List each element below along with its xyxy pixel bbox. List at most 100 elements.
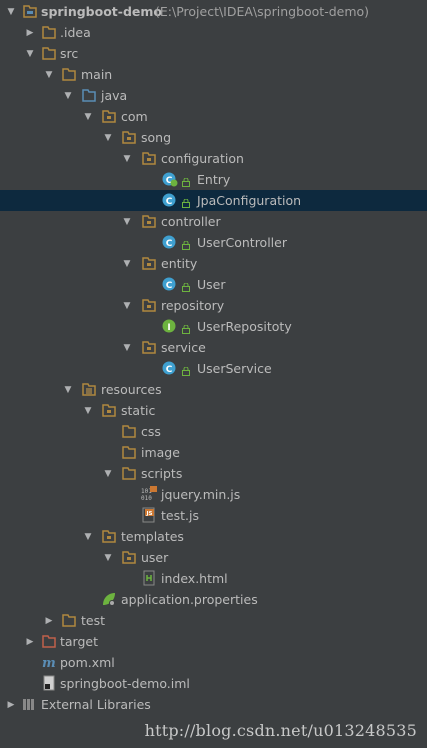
tree-label: UserController	[197, 235, 287, 250]
tree-row-entry[interactable]: C Entry	[0, 169, 427, 190]
svg-text:JS: JS	[145, 511, 152, 517]
tree-row-com[interactable]: ▼ com	[0, 106, 427, 127]
tree-row-main[interactable]: ▼ main	[0, 64, 427, 85]
lock-icon	[182, 364, 190, 376]
chevron-down-icon[interactable]: ▼	[63, 385, 73, 395]
tree-row-configuration[interactable]: ▼ configuration	[0, 148, 427, 169]
tree-row-idea[interactable]: ▶ .idea	[0, 22, 427, 43]
tree-row-css[interactable]: css	[0, 421, 427, 442]
chevron-down-icon[interactable]: ▼	[122, 154, 132, 164]
tree-row-resources[interactable]: ▼ resources	[0, 379, 427, 400]
tree-label: css	[141, 424, 161, 439]
package-icon	[121, 129, 137, 145]
tree-label: controller	[161, 214, 221, 229]
class-icon: C	[162, 276, 178, 292]
tree-row-user[interactable]: C User	[0, 274, 427, 295]
tree-row-project-root[interactable]: ▼ springboot-demo (E:\Project\IDEA\sprin…	[0, 1, 427, 22]
class-icon: C	[162, 192, 178, 208]
chevron-down-icon[interactable]: ▼	[44, 70, 54, 80]
svg-text:m: m	[42, 656, 56, 670]
package-icon	[141, 255, 157, 271]
tree-row-service[interactable]: ▼ service	[0, 337, 427, 358]
chevron-down-icon[interactable]: ▼	[83, 532, 93, 542]
tree-row-song[interactable]: ▼ song	[0, 127, 427, 148]
tree-label: JpaConfiguration	[197, 193, 302, 208]
tree-row-user-folder[interactable]: ▼ user	[0, 547, 427, 568]
class-icon: C	[162, 234, 178, 250]
package-icon	[141, 150, 157, 166]
tree-label: song	[141, 130, 172, 145]
module-folder-icon	[22, 3, 38, 19]
chevron-down-icon[interactable]: ▼	[122, 343, 132, 353]
tree-row-controller[interactable]: ▼ controller	[0, 211, 427, 232]
tree-label: Entry	[197, 172, 231, 187]
svg-text:C: C	[166, 365, 173, 375]
tree-label: main	[81, 67, 113, 82]
tree-label: .idea	[60, 25, 91, 40]
tree-label: user	[141, 550, 169, 565]
tree-label: External Libraries	[41, 697, 151, 712]
tree-row-entity[interactable]: ▼ entity	[0, 253, 427, 274]
chevron-down-icon[interactable]: ▼	[103, 133, 113, 143]
chevron-down-icon[interactable]: ▼	[103, 553, 113, 563]
tree-row-user-controller[interactable]: C UserController	[0, 232, 427, 253]
tree-row-test-js[interactable]: JS test.js	[0, 505, 427, 526]
package-icon	[141, 213, 157, 229]
tree-row-user-repository[interactable]: I UserRepositoty	[0, 316, 427, 337]
tree-row-src[interactable]: ▼ src	[0, 43, 427, 64]
project-path: (E:\Project\IDEA\springboot-demo)	[155, 4, 370, 19]
tree-row-templates[interactable]: ▼ templates	[0, 526, 427, 547]
tree-row-jpa-configuration[interactable]: C JpaConfiguration	[0, 190, 427, 211]
tree-label: test	[81, 613, 106, 628]
project-name: springboot-demo	[41, 4, 163, 19]
tree-row-application-properties[interactable]: application.properties	[0, 589, 427, 610]
tree-label: image	[141, 445, 180, 460]
svg-text:C: C	[166, 239, 173, 249]
chevron-right-icon[interactable]: ▶	[6, 700, 16, 710]
chevron-down-icon[interactable]: ▼	[122, 259, 132, 269]
folder-icon	[61, 66, 77, 82]
chevron-down-icon[interactable]: ▼	[83, 112, 93, 122]
tree-label: resources	[101, 382, 162, 397]
tree-row-image[interactable]: image	[0, 442, 427, 463]
tree-label: test.js	[161, 508, 199, 523]
tree-row-user-service[interactable]: C UserService	[0, 358, 427, 379]
tree-row-iml[interactable]: springboot-demo.iml	[0, 673, 427, 694]
chevron-down-icon[interactable]: ▼	[6, 7, 16, 17]
lock-icon	[182, 280, 190, 292]
iml-file-icon	[41, 675, 57, 691]
folder-icon	[121, 465, 137, 481]
tree-label: com	[121, 109, 148, 124]
chevron-down-icon[interactable]: ▼	[83, 406, 93, 416]
folder-icon	[41, 45, 57, 61]
excluded-folder-icon	[41, 633, 57, 649]
chevron-down-icon[interactable]: ▼	[122, 301, 132, 311]
tree-label: UserRepositoty	[197, 319, 292, 334]
tree-row-static[interactable]: ▼ static	[0, 400, 427, 421]
chevron-down-icon[interactable]: ▼	[103, 469, 113, 479]
folder-icon	[101, 402, 117, 418]
tree-row-target[interactable]: ▶ target	[0, 631, 427, 652]
chevron-right-icon[interactable]: ▶	[44, 616, 54, 626]
tree-row-test[interactable]: ▶ test	[0, 610, 427, 631]
chevron-right-icon[interactable]: ▶	[25, 28, 35, 38]
chevron-right-icon[interactable]: ▶	[25, 637, 35, 647]
chevron-down-icon[interactable]: ▼	[25, 49, 35, 59]
minified-js-file-icon: 101 010	[141, 486, 157, 502]
tree-row-jquery[interactable]: 101 010 jquery.min.js	[0, 484, 427, 505]
tree-row-repository[interactable]: ▼ repository	[0, 295, 427, 316]
js-file-icon: JS	[141, 507, 157, 523]
tree-row-scripts[interactable]: ▼ scripts	[0, 463, 427, 484]
tree-row-index-html[interactable]: index.html	[0, 568, 427, 589]
folder-icon	[121, 423, 137, 439]
interface-icon: I	[162, 318, 178, 334]
tree-row-pom[interactable]: m pom.xml	[0, 652, 427, 673]
tree-row-external-libraries[interactable]: ▶ External Libraries	[0, 694, 427, 715]
spring-properties-icon	[101, 591, 117, 607]
chevron-down-icon[interactable]: ▼	[122, 217, 132, 227]
tree-label: jquery.min.js	[161, 487, 241, 502]
tree-label: application.properties	[121, 592, 258, 607]
tree-label: index.html	[161, 571, 228, 586]
tree-row-java[interactable]: ▼ java	[0, 85, 427, 106]
chevron-down-icon[interactable]: ▼	[63, 91, 73, 101]
